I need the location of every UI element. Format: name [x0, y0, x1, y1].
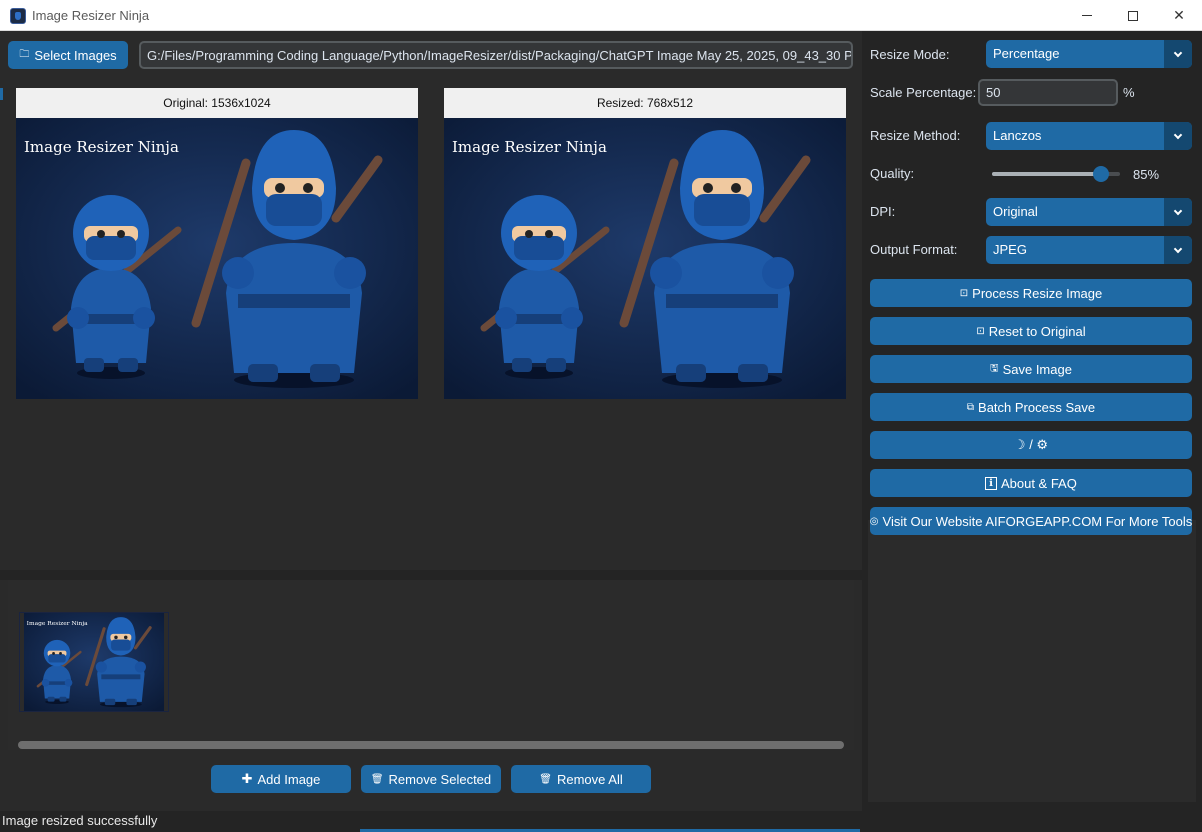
- minimize-icon: [1082, 15, 1092, 16]
- resized-image-caption: Image Resizer Ninja: [452, 138, 607, 156]
- close-button[interactable]: ✕: [1156, 0, 1202, 31]
- folder-icon: 🗀: [19, 48, 30, 60]
- save-image-label: Save Image: [1002, 361, 1072, 377]
- resized-preview-image: Image Resizer Ninja: [444, 118, 846, 399]
- quality-slider-fill: [992, 172, 1101, 176]
- close-icon: ✕: [1173, 7, 1185, 23]
- maximize-button[interactable]: [1110, 0, 1156, 31]
- chevron-down-icon[interactable]: [1164, 236, 1192, 264]
- title-bar: Image Resizer Ninja ✕: [0, 0, 1202, 31]
- status-message: Image resized successfully: [2, 813, 158, 828]
- select-images-label: Select Images: [34, 47, 117, 63]
- add-image-label: Add Image: [257, 771, 321, 787]
- window-title: Image Resizer Ninja: [32, 8, 150, 23]
- trash-icon: 🗑: [370, 773, 384, 785]
- resize-method-dropdown[interactable]: Lanczos: [986, 122, 1192, 150]
- batch-process-label: Batch Process Save: [978, 399, 1096, 415]
- chevron-down-icon[interactable]: [1164, 122, 1192, 150]
- reset-icon: ⊡: [976, 325, 985, 337]
- visit-website-label: Visit Our Website AIFORGEAPP.COM For Mor…: [882, 513, 1193, 529]
- resized-size-label: Resized: 768x512: [444, 88, 846, 118]
- chevron-down-icon[interactable]: [1164, 40, 1192, 68]
- scale-unit-label: %: [1123, 85, 1135, 100]
- visit-website-button[interactable]: ◎ Visit Our Website AIFORGEAPP.COM For M…: [870, 507, 1192, 535]
- select-images-button[interactable]: 🗀 Select Images: [8, 41, 128, 69]
- chevron-down-icon[interactable]: [1164, 198, 1192, 226]
- quality-slider-handle[interactable]: [1093, 166, 1109, 182]
- save-icon: 🖫: [990, 362, 999, 374]
- theme-toggle-button[interactable]: ☽ / ⚙: [870, 431, 1192, 459]
- panel-divider: [0, 570, 862, 580]
- remove-selected-label: Remove Selected: [388, 771, 492, 787]
- selection-marker: [0, 88, 3, 100]
- about-faq-button[interactable]: ℹ About & FAQ: [870, 469, 1192, 497]
- file-path-field[interactable]: G:/Files/Programming Coding Language/Pyt…: [139, 41, 853, 69]
- thumbnail-caption: Image Resizer Ninja: [27, 621, 88, 627]
- maximize-icon: [1128, 10, 1138, 21]
- process-resize-button[interactable]: ⊡ Process Resize Image: [870, 279, 1192, 307]
- batch-icon: ⧉: [966, 401, 975, 413]
- batch-process-button[interactable]: ⧉ Batch Process Save: [870, 393, 1192, 421]
- minimize-button[interactable]: [1064, 0, 1110, 31]
- original-image-caption: Image Resizer Ninja: [24, 138, 179, 156]
- plus-icon: ✚: [241, 771, 253, 786]
- quality-value: 85%: [1133, 167, 1160, 182]
- resize-mode-value: Percentage: [993, 46, 1060, 61]
- app-logo-icon: [10, 8, 26, 24]
- remove-all-label: Remove All: [556, 771, 623, 787]
- dpi-value: Original: [993, 204, 1038, 219]
- info-icon: ℹ: [985, 476, 997, 490]
- process-icon: ⊡: [959, 287, 969, 299]
- resize-mode-dropdown[interactable]: Percentage: [986, 40, 1192, 68]
- output-format-label: Output Format:: [870, 242, 958, 257]
- output-format-value: JPEG: [993, 242, 1027, 257]
- reset-original-label: Reset to Original: [988, 323, 1086, 339]
- quality-label: Quality:: [870, 166, 915, 181]
- thumbnail-item[interactable]: Image Resizer Ninja: [19, 612, 169, 712]
- resize-mode-label: Resize Mode:: [870, 47, 950, 62]
- original-size-label: Original: 1536x1024: [16, 88, 418, 118]
- remove-selected-button[interactable]: 🗑 Remove Selected: [361, 765, 501, 793]
- dpi-label: DPI:: [870, 204, 896, 219]
- about-faq-label: About & FAQ: [1000, 475, 1077, 491]
- trash-icon: 🗑: [539, 773, 552, 785]
- resize-method-value: Lanczos: [993, 128, 1042, 143]
- remove-all-button[interactable]: 🗑 Remove All: [511, 765, 651, 793]
- thumbnail-scrollbar[interactable]: [18, 741, 844, 749]
- process-resize-label: Process Resize Image: [972, 285, 1103, 301]
- add-image-button[interactable]: ✚ Add Image: [211, 765, 351, 793]
- settings-panel-lower: [868, 520, 1196, 802]
- original-preview-image: Image Resizer Ninja: [16, 118, 418, 399]
- dpi-dropdown[interactable]: Original: [986, 198, 1192, 226]
- globe-icon: ◎: [869, 515, 879, 527]
- scale-percentage-label: Scale Percentage:: [870, 85, 977, 100]
- resize-method-label: Resize Method:: [870, 128, 961, 143]
- moon-sun-icon: ☽ / ⚙: [1013, 437, 1049, 452]
- output-format-dropdown[interactable]: JPEG: [986, 236, 1192, 264]
- save-image-button[interactable]: 🖫 Save Image: [870, 355, 1192, 383]
- scale-percentage-input[interactable]: 50: [978, 79, 1118, 106]
- reset-original-button[interactable]: ⊡ Reset to Original: [870, 317, 1192, 345]
